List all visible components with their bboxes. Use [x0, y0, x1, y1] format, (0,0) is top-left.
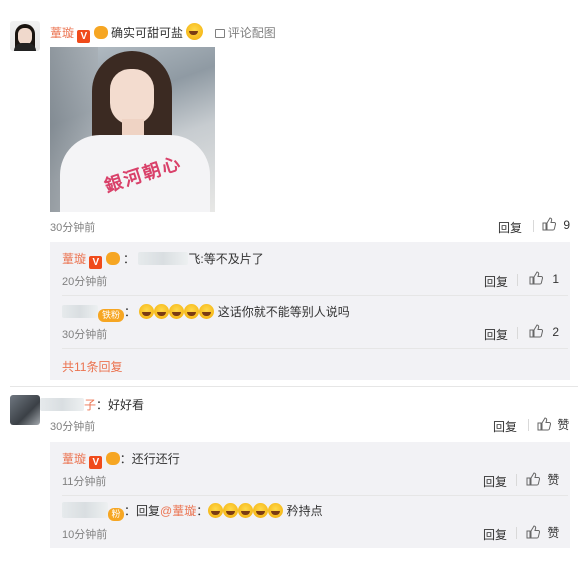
- reply-button[interactable]: 回复: [484, 273, 508, 290]
- verified-icon: V: [89, 456, 103, 469]
- action-divider: [516, 474, 517, 486]
- laugh-cry-emoji: [154, 304, 170, 319]
- action-divider: [516, 527, 517, 539]
- reply-text: 矜持点: [286, 504, 323, 518]
- comment-time: 30分钟前: [50, 222, 96, 234]
- member-badge-icon: [105, 452, 120, 465]
- like-button[interactable]: 1: [529, 271, 559, 288]
- reply-time: 20分钟前: [62, 276, 108, 288]
- like-count: 9: [563, 218, 571, 232]
- thumb-up-icon: [537, 417, 551, 431]
- laugh-cry-emoji: [238, 503, 254, 518]
- action-divider: [517, 327, 518, 339]
- reply-header: 蕫璇 V ： 飞:等不及片了: [62, 252, 264, 269]
- fan-badge: 铁粉: [98, 309, 124, 322]
- reply-header: 铁粉： 这话你就不能等别人说吗: [62, 303, 350, 322]
- like-button[interactable]: 赞: [526, 524, 559, 542]
- reply-button[interactable]: 回复: [484, 326, 508, 343]
- comment-photo[interactable]: 銀河朝心: [50, 47, 215, 212]
- verified-icon: V: [89, 256, 103, 269]
- thumb-up-icon: [529, 271, 543, 285]
- comment-time: 30分钟前: [50, 421, 96, 433]
- like-button[interactable]: 2: [529, 324, 559, 341]
- reply-header: 蕫璇 V ：还行还行: [62, 450, 180, 469]
- laugh-cry-emoji: [169, 304, 185, 319]
- avatar[interactable]: [10, 21, 40, 51]
- laugh-cry-emoji: [223, 503, 239, 518]
- fan-badge: 粉: [108, 508, 124, 521]
- comment-text: ：好好看: [96, 398, 145, 412]
- reply-username[interactable]: 蕫璇: [62, 452, 86, 466]
- blurred-username: [62, 305, 98, 318]
- laugh-cry-emoji: [253, 503, 269, 518]
- member-badge-icon: [93, 26, 108, 39]
- mention-link[interactable]: @蕫璇: [160, 504, 196, 518]
- username[interactable]: 蕫璇: [50, 26, 74, 40]
- reply-time: 11分钟前: [62, 476, 107, 488]
- avatar[interactable]: [10, 395, 40, 425]
- like-label: 赞: [547, 473, 560, 487]
- action-divider: [528, 419, 529, 431]
- blurred-username: [138, 252, 189, 265]
- laugh-cry-emoji: [186, 23, 204, 40]
- reply-divider: [62, 295, 568, 296]
- reply-divider: [62, 348, 568, 349]
- reply-text: :等不及片了: [200, 252, 264, 266]
- reply-time: 10分钟前: [62, 529, 108, 541]
- image-icon: [214, 29, 225, 38]
- avatar-body: [14, 43, 36, 51]
- reply-button[interactable]: 回复: [483, 526, 507, 543]
- reply-button[interactable]: 回复: [493, 418, 517, 435]
- thumb-up-icon: [526, 525, 540, 539]
- like-button[interactable]: 赞: [537, 416, 569, 434]
- like-label: 赞: [557, 418, 570, 432]
- reply-mention-suffix: 飞: [188, 252, 201, 266]
- reply-divider: [62, 495, 568, 496]
- comment-header: 蕫璇 V 确实可甜可盐 评论配图: [50, 23, 276, 43]
- thumb-up-icon: [542, 217, 556, 231]
- reply-button[interactable]: 回复: [483, 473, 507, 490]
- like-count: 1: [552, 272, 560, 286]
- image-link[interactable]: 评论配图: [214, 26, 276, 40]
- comment-header: 子：好好看: [40, 396, 144, 413]
- action-divider: [533, 220, 534, 232]
- reply-time: 30分钟前: [62, 329, 108, 341]
- comment-divider: [10, 386, 578, 387]
- reply-text: 这话你就不能等别人说吗: [217, 305, 350, 319]
- blurred-username: [40, 398, 84, 411]
- reply-header: 粉：回复@蕫璇： 矜持点: [62, 502, 323, 521]
- comment-text: 确实可甜可盐: [111, 26, 184, 40]
- laugh-cry-emoji: [139, 304, 155, 319]
- verified-icon: V: [77, 30, 91, 43]
- thumb-up-icon: [529, 324, 543, 338]
- like-button[interactable]: 赞: [526, 471, 559, 489]
- like-label: 赞: [547, 526, 560, 540]
- like-button[interactable]: 9: [542, 217, 570, 234]
- laugh-cry-emoji: [184, 304, 200, 319]
- more-replies-link[interactable]: 共11条回复: [62, 358, 122, 375]
- member-badge-icon: [105, 252, 120, 265]
- action-divider: [517, 274, 518, 286]
- reply-prefix: ：回复: [124, 504, 161, 518]
- reply-button[interactable]: 回复: [498, 219, 522, 236]
- photo-face: [110, 69, 154, 125]
- reply-username[interactable]: 蕫璇: [62, 252, 86, 266]
- laugh-cry-emoji: [199, 304, 215, 319]
- laugh-cry-emoji: [208, 503, 224, 518]
- blurred-username: [62, 502, 108, 518]
- thumb-up-icon: [526, 472, 540, 486]
- reply-text: ：还行还行: [119, 452, 180, 466]
- like-count: 2: [552, 325, 560, 339]
- username[interactable]: 子: [84, 398, 96, 412]
- laugh-cry-emoji: [268, 503, 284, 518]
